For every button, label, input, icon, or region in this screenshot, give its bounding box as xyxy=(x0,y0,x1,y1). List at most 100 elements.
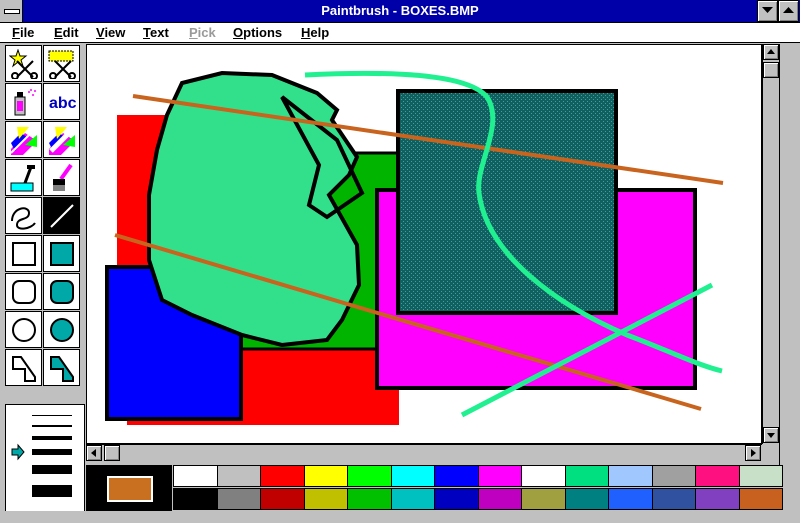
palette-color-top-9[interactable] xyxy=(564,465,609,487)
eraser-icon xyxy=(49,127,75,155)
filled-rounded-box-icon xyxy=(50,280,74,304)
palette-color-top-2[interactable] xyxy=(260,465,305,487)
scroll-right-arrow-icon xyxy=(751,449,756,457)
airbrush-icon xyxy=(14,89,36,116)
palette-color-top-7[interactable] xyxy=(477,465,522,487)
window-frame-right xyxy=(779,44,800,523)
scissors-box-icon xyxy=(48,50,76,79)
tool-filled-box[interactable] xyxy=(43,235,80,272)
minimize-button[interactable] xyxy=(757,0,778,22)
maximize-arrow-icon xyxy=(783,7,794,13)
palette-color-top-0[interactable] xyxy=(173,465,218,487)
line-width-6 xyxy=(32,485,72,497)
circle-icon xyxy=(12,318,36,342)
tool-circle[interactable] xyxy=(5,311,42,348)
menu-file[interactable]: File xyxy=(12,24,34,42)
palette-color-top-10[interactable] xyxy=(608,465,653,487)
menu-pick: Pick xyxy=(189,25,216,40)
filled-circle-icon xyxy=(50,318,74,342)
palette-color-bottom-5[interactable] xyxy=(390,488,435,510)
line-width-options xyxy=(11,415,72,497)
filled-polygon-icon xyxy=(50,356,74,382)
tool-polygon[interactable] xyxy=(5,349,42,386)
toolbox: abc xyxy=(5,45,85,405)
window-frame-bottom xyxy=(0,511,800,523)
paint-roller-icon xyxy=(10,165,35,192)
tool-filled-rounded-box[interactable] xyxy=(43,273,80,310)
palette-color-bottom-0[interactable] xyxy=(173,488,218,510)
color-eraser-icon xyxy=(10,126,38,155)
canvas-drawing xyxy=(105,70,724,425)
scroll-left-arrow-icon xyxy=(91,449,96,457)
tool-rounded-box[interactable] xyxy=(5,273,42,310)
line-width-selector[interactable] xyxy=(5,404,85,512)
scroll-right-button[interactable] xyxy=(745,445,761,461)
palette-color-bottom-2[interactable] xyxy=(260,488,305,510)
tool-filled-circle[interactable] xyxy=(43,311,80,348)
line-icon xyxy=(50,204,74,228)
filled-box-icon xyxy=(50,242,74,266)
palette-color-bottom-7[interactable] xyxy=(477,488,522,510)
tool-color-eraser[interactable] xyxy=(5,121,42,158)
palette-color-top-6[interactable] xyxy=(434,465,479,487)
tool-eraser[interactable] xyxy=(43,121,80,158)
scroll-up-button[interactable] xyxy=(763,44,779,60)
palette-color-bottom-12[interactable] xyxy=(695,488,740,510)
tool-pick[interactable] xyxy=(43,45,80,82)
tool-curve[interactable] xyxy=(5,197,42,234)
scroll-left-button[interactable] xyxy=(86,445,102,461)
scroll-up-arrow-icon xyxy=(767,49,775,54)
drawing-canvas[interactable] xyxy=(86,44,762,444)
palette-color-bottom-11[interactable] xyxy=(651,488,696,510)
minimize-arrow-icon xyxy=(762,7,773,13)
vertical-scrollbar[interactable] xyxy=(762,44,779,444)
palette-color-bottom-8[interactable] xyxy=(521,488,566,510)
menu-text[interactable]: Text xyxy=(143,24,169,42)
tool-paint-roller[interactable] xyxy=(5,159,42,196)
tool-line[interactable] xyxy=(43,197,80,234)
palette-color-bottom-1[interactable] xyxy=(216,488,261,510)
palette-color-bottom-4[interactable] xyxy=(347,488,392,510)
horizontal-scroll-thumb[interactable] xyxy=(104,445,120,461)
tool-box[interactable] xyxy=(5,235,42,272)
palette-color-top-1[interactable] xyxy=(216,465,261,487)
palette-color-bottom-6[interactable] xyxy=(434,488,479,510)
box-icon xyxy=(12,242,36,266)
window-title: Paintbrush - BOXES.BMP xyxy=(321,3,479,18)
palette-color-top-8[interactable] xyxy=(521,465,566,487)
palette-color-bottom-3[interactable] xyxy=(303,488,348,510)
curve-icon xyxy=(11,207,36,230)
palette-color-top-5[interactable] xyxy=(390,465,435,487)
palette-color-bottom-13[interactable] xyxy=(738,488,783,510)
tool-text[interactable]: abc xyxy=(43,83,80,120)
line-width-2 xyxy=(32,425,72,427)
scroll-down-arrow-icon xyxy=(767,433,775,438)
palette-color-top-11[interactable] xyxy=(651,465,696,487)
tool-scissors[interactable] xyxy=(5,45,42,82)
system-menu-button[interactable] xyxy=(0,0,23,22)
maximize-button[interactable] xyxy=(778,0,799,22)
palette-color-bottom-10[interactable] xyxy=(608,488,653,510)
palette-color-top-3[interactable] xyxy=(303,465,348,487)
line-width-5 xyxy=(32,465,72,474)
palette-color-top-12[interactable] xyxy=(695,465,740,487)
menu-edit[interactable]: Edit xyxy=(54,24,79,42)
scroll-corner xyxy=(762,444,779,461)
tool-airbrush[interactable] xyxy=(5,83,42,120)
line-width-1 xyxy=(32,415,72,416)
tool-filled-polygon[interactable] xyxy=(43,349,80,386)
scissors-star-icon xyxy=(9,49,38,79)
teal-rectangle xyxy=(396,89,618,315)
vertical-scroll-thumb[interactable] xyxy=(763,62,779,78)
menu-help[interactable]: Help xyxy=(301,24,329,42)
palette-color-bottom-9[interactable] xyxy=(564,488,609,510)
svg-text:abc: abc xyxy=(49,95,77,112)
selected-width-arrow-icon xyxy=(11,443,25,461)
menu-options[interactable]: Options xyxy=(233,24,282,42)
tool-brush[interactable] xyxy=(43,159,80,196)
palette-color-top-4[interactable] xyxy=(347,465,392,487)
scroll-down-button[interactable] xyxy=(763,427,779,443)
menu-view[interactable]: View xyxy=(96,24,125,42)
palette-color-top-13[interactable] xyxy=(738,465,783,487)
horizontal-scrollbar[interactable] xyxy=(86,444,762,461)
